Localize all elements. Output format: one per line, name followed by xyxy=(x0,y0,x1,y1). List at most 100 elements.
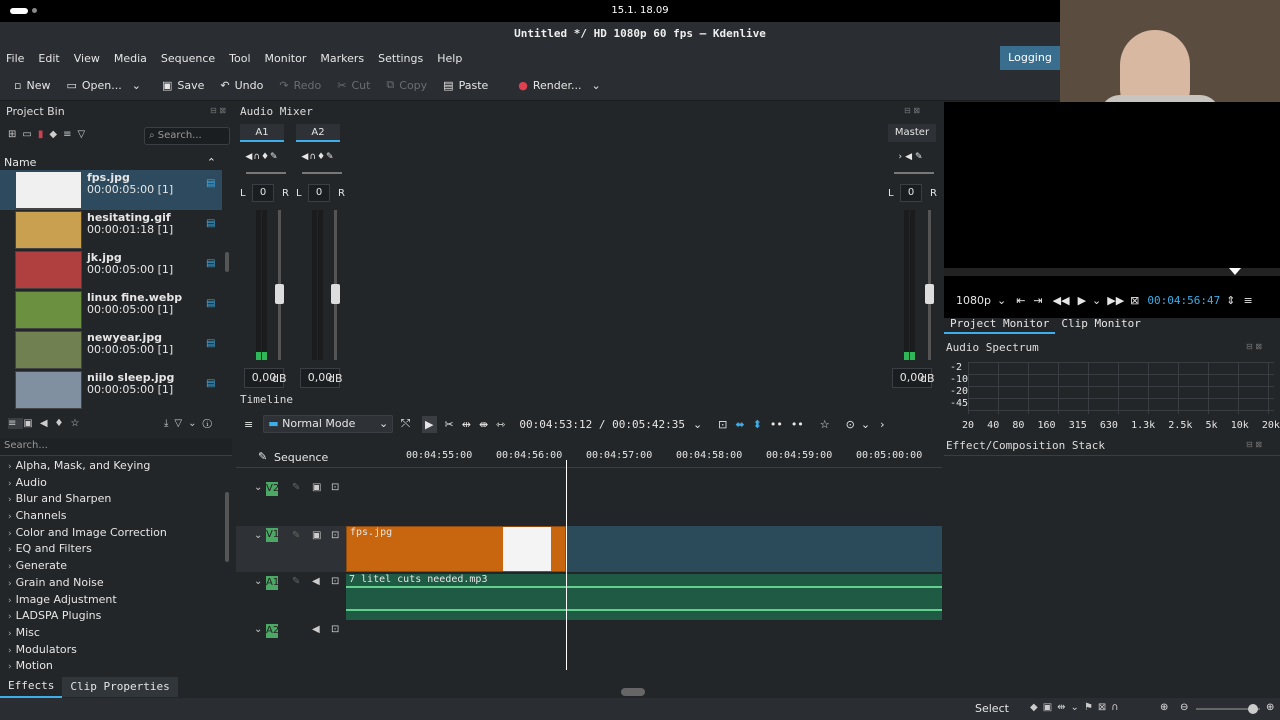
list-view-icon[interactable]: ≡ xyxy=(63,129,77,140)
speaker-icon[interactable]: ◀ xyxy=(312,624,320,635)
panel-controls-icon[interactable]: ⊟ ⊠ xyxy=(1246,342,1262,351)
mute-icon[interactable]: ◀ xyxy=(905,152,915,162)
effect-category[interactable]: › Grain and Noise xyxy=(4,575,224,592)
edit-mode-select[interactable]: ▬ Normal Mode ⌄ xyxy=(263,415,394,433)
extract-icon[interactable]: •• xyxy=(770,418,783,431)
logging-button[interactable]: Logging xyxy=(1000,46,1060,70)
render-button[interactable]: ● Render... ⌄ xyxy=(518,79,605,92)
overwrite-icon[interactable]: ⬍ xyxy=(753,418,762,431)
save-button[interactable]: ▣ Save xyxy=(162,79,204,92)
zoom-slider[interactable] xyxy=(1196,704,1260,714)
menu-view[interactable]: View xyxy=(74,52,100,65)
forward-icon[interactable]: ▶▶ xyxy=(1107,294,1124,307)
info-icon[interactable]: ⓘ xyxy=(203,418,218,429)
tag-icon[interactable]: ◆ xyxy=(1030,702,1043,713)
chevron-down-icon[interactable]: ⌄ xyxy=(254,530,262,541)
spinner-icon[interactable]: ⇕ xyxy=(1226,294,1235,307)
film-icon[interactable]: ▣ xyxy=(1043,702,1057,713)
pan-slider[interactable] xyxy=(302,172,342,174)
effect-category[interactable]: › Generate xyxy=(4,558,224,575)
menu-file[interactable]: File xyxy=(6,52,24,65)
filter-icon[interactable]: ▽ xyxy=(174,418,188,429)
pan-slider[interactable] xyxy=(246,172,286,174)
name-column-header[interactable]: Name ⌃ xyxy=(0,154,222,171)
new-button[interactable]: ▫ New xyxy=(14,79,50,92)
chevron-down-icon[interactable]: ⌄ xyxy=(254,482,262,493)
effects-scrollbar[interactable] xyxy=(225,492,229,562)
chevron-down-icon[interactable]: ⌄ xyxy=(188,418,202,429)
tab-clip-properties[interactable]: Clip Properties xyxy=(62,677,178,697)
timeline-scrollbar[interactable] xyxy=(621,688,645,696)
panel-controls-icon[interactable]: ⊟ ⊠ xyxy=(904,106,920,115)
fit-icon[interactable]: ⊠ xyxy=(1098,702,1111,713)
select-tool-icon[interactable]: ▶ xyxy=(422,415,437,433)
video-effects-icon[interactable]: ▣ xyxy=(23,418,39,429)
razor-tool-icon[interactable]: ✂ xyxy=(445,418,454,431)
playhead[interactable] xyxy=(566,460,567,670)
film-icon[interactable]: ▣ xyxy=(312,530,321,541)
effect-category[interactable]: › LADSPA Plugins xyxy=(4,608,224,625)
effect-category[interactable]: › Misc xyxy=(4,625,224,642)
pan-input[interactable]: 0 xyxy=(252,184,274,202)
bin-search-input[interactable]: ⌕ Search... xyxy=(144,127,230,145)
menu-icon[interactable]: ≡ xyxy=(1243,294,1252,307)
chevron-down-icon[interactable]: ⌄ xyxy=(861,418,870,431)
fit-icon[interactable]: ⊡ xyxy=(718,418,727,431)
panel-controls-icon[interactable]: ⊟ ⊠ xyxy=(1246,440,1262,449)
clip-item-jk[interactable]: jk.jpg 00:00:05:00 [1] ▤ xyxy=(0,250,222,290)
speaker-icon[interactable]: ◀ xyxy=(312,576,320,587)
record-icon[interactable]: ♦ xyxy=(317,152,326,162)
menu-help[interactable]: Help xyxy=(437,52,462,65)
bin-scrollbar[interactable] xyxy=(225,252,229,272)
pan-input[interactable]: 0 xyxy=(308,184,330,202)
chevron-down-icon[interactable]: ⌄ xyxy=(254,624,262,635)
menu-sequence[interactable]: Sequence xyxy=(161,52,215,65)
panel-controls-icon[interactable]: ⊟ ⊠ xyxy=(210,106,226,115)
lock-icon[interactable]: ⊡ xyxy=(331,530,339,541)
chevron-down-icon[interactable]: ⌄ xyxy=(1092,294,1101,307)
effect-category[interactable]: › Alpha, Mask, and Keying xyxy=(4,458,224,475)
menu-media[interactable]: Media xyxy=(114,52,147,65)
workspace-dot[interactable] xyxy=(32,8,37,13)
zoom-out-icon[interactable]: ⊖ xyxy=(1180,702,1188,713)
tab-clip-monitor[interactable]: Clip Monitor xyxy=(1055,316,1146,334)
zone-out-icon[interactable]: ⇥ xyxy=(1033,294,1042,307)
clip-item-newyear[interactable]: newyear.jpg 00:00:05:00 [1] ▤ xyxy=(0,330,222,370)
solo-icon[interactable]: ∩ xyxy=(253,152,261,162)
chevron-down-icon[interactable]: ⌄ xyxy=(592,79,601,92)
workspace-indicator[interactable] xyxy=(10,8,28,14)
menu-monitor[interactable]: Monitor xyxy=(265,52,307,65)
menu-tool[interactable]: Tool xyxy=(229,52,250,65)
lock-icon[interactable]: ⊡ xyxy=(331,576,339,587)
film-icon[interactable]: ▣ xyxy=(312,482,321,493)
effects-search-input[interactable]: Search... xyxy=(0,438,232,456)
gain-fader[interactable] xyxy=(925,284,934,304)
clip-item-fps[interactable]: fps.jpg 00:00:05:00 [1] ▤ xyxy=(0,170,222,210)
undo-button[interactable]: ↶ Undo xyxy=(220,79,263,92)
effect-category[interactable]: › Color and Image Correction xyxy=(4,525,224,542)
rewind-icon[interactable]: ◀◀ xyxy=(1053,294,1070,307)
paste-button[interactable]: ▤ Paste xyxy=(443,79,488,92)
tab-effects[interactable]: Effects xyxy=(0,676,63,698)
edit-icon[interactable]: ✎ xyxy=(270,152,279,162)
effect-category[interactable]: › EQ and Filters xyxy=(4,541,224,558)
chevron-down-icon[interactable]: ⌄ xyxy=(997,294,1006,307)
custom-effects-icon[interactable]: ♦ xyxy=(55,418,71,429)
play-icon[interactable]: ▶ xyxy=(1078,294,1086,307)
effect-category[interactable]: › Image Adjustment xyxy=(4,592,224,609)
effect-category[interactable]: › Blur and Sharpen xyxy=(4,491,224,508)
chevron-right-icon[interactable]: › xyxy=(880,418,884,431)
favorite-icon[interactable]: ☆ xyxy=(820,418,830,431)
delete-icon[interactable]: ▮ xyxy=(38,129,50,140)
gain-fader[interactable] xyxy=(331,284,340,304)
add-clip-icon[interactable]: ⊞ xyxy=(8,129,22,140)
effect-category[interactable]: › Audio xyxy=(4,475,224,492)
chevron-down-icon[interactable]: ⌄ xyxy=(693,418,702,431)
redo-button[interactable]: ↷ Redo xyxy=(279,79,321,92)
open-button[interactable]: ▭ Open... ⌄ xyxy=(66,79,146,92)
download-icon[interactable]: ⤓ xyxy=(164,418,174,429)
menu-settings[interactable]: Settings xyxy=(378,52,423,65)
chevron-down-icon[interactable]: ⌄ xyxy=(132,79,141,92)
lift-icon[interactable]: •• xyxy=(791,418,804,431)
monitor-timecode[interactable]: 00:04:56:47 xyxy=(1147,294,1220,307)
